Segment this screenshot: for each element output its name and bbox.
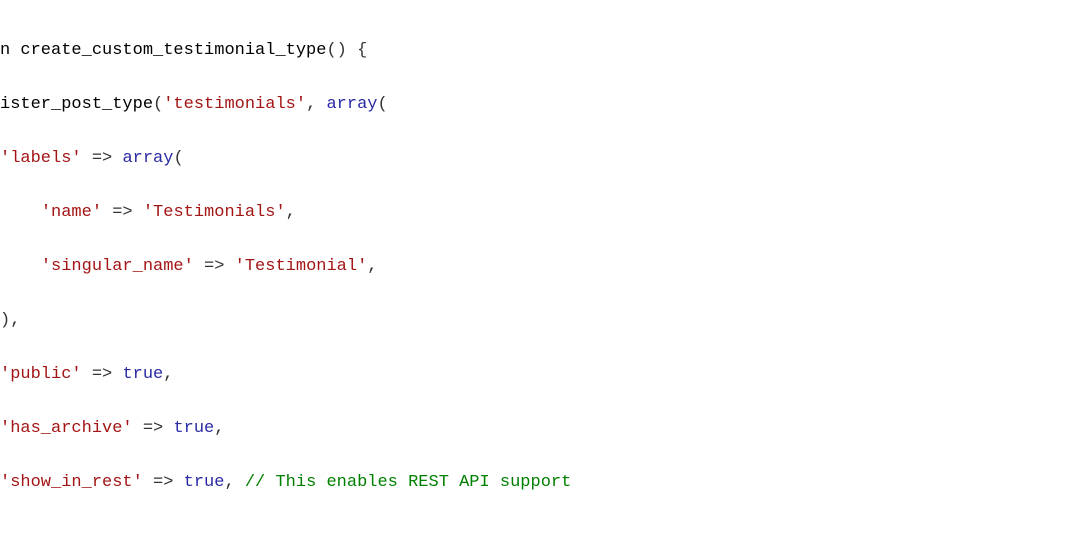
code-line: 'public' => true, xyxy=(0,361,1080,388)
code-line: ), xyxy=(0,307,1080,334)
code-line: 'show_in_rest' => true, // This enables … xyxy=(0,469,1080,496)
code-editor[interactable]: n create_custom_testimonial_type() { ist… xyxy=(0,0,1080,539)
code-line: 'labels' => array( xyxy=(0,145,1080,172)
code-line: ister_post_type('testimonials', array( xyxy=(0,91,1080,118)
code-line: 'has_archive' => true, xyxy=(0,415,1080,442)
code-line: 'name' => 'Testimonials', xyxy=(0,199,1080,226)
code-line: 'singular_name' => 'Testimonial', xyxy=(0,253,1080,280)
code-line: n create_custom_testimonial_type() { xyxy=(0,37,1080,64)
code-line xyxy=(0,523,1080,539)
